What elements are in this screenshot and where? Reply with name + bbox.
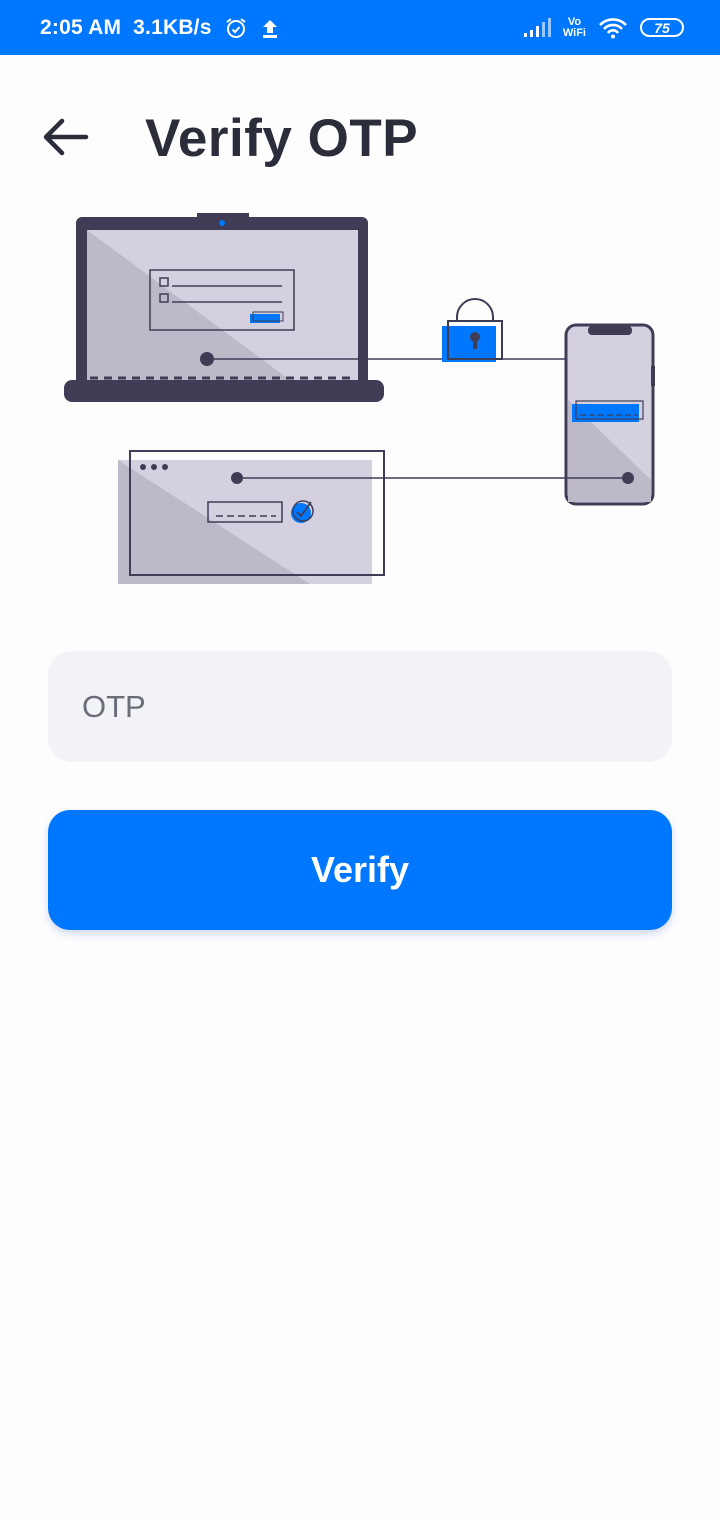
laptop-illustration	[64, 213, 384, 402]
status-right: Vo WiFi 75	[523, 0, 684, 55]
network-speed: 3.1KB/s	[133, 15, 212, 39]
otp-illustration	[64, 213, 655, 584]
volte-top: Vo	[567, 15, 582, 28]
alarm-icon	[224, 16, 248, 40]
volte-bottom: WiFi	[562, 26, 586, 39]
wifi-icon	[598, 17, 628, 39]
back-button[interactable]	[38, 110, 92, 164]
upload-icon	[260, 17, 280, 39]
vowifi-indicator: Vo WiFi	[562, 15, 586, 39]
status-left: 2:05 AM 3.1KB/s	[40, 0, 280, 55]
phone-illustration	[564, 323, 655, 506]
arrow-left-icon	[43, 118, 89, 156]
status-bar: 2:05 AM 3.1KB/s Vo WiFi 75	[0, 0, 720, 55]
battery-level: 75	[654, 19, 670, 36]
signal-icon	[523, 17, 551, 38]
page-title: Verify OTP	[145, 109, 419, 168]
verify-button[interactable]: Verify	[48, 810, 672, 930]
browser-illustration	[118, 450, 385, 584]
otp-field[interactable]	[48, 651, 672, 762]
lock-icon	[442, 298, 503, 362]
app-header: Verify OTP	[0, 100, 720, 180]
otp-input[interactable]	[80, 687, 640, 726]
battery-icon: 75	[640, 18, 684, 37]
status-time: 2:05 AM	[40, 15, 122, 39]
